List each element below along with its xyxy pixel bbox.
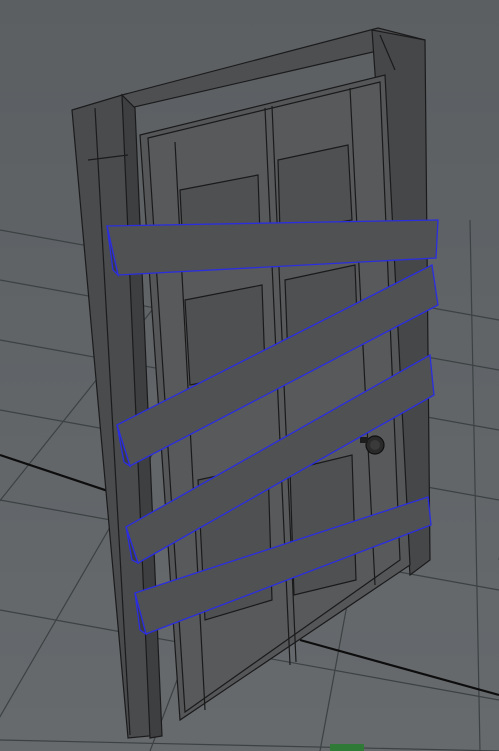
3d-viewport[interactable] [0,0,499,751]
axis-indicator [330,744,364,751]
viewport-scene[interactable] [0,0,499,751]
